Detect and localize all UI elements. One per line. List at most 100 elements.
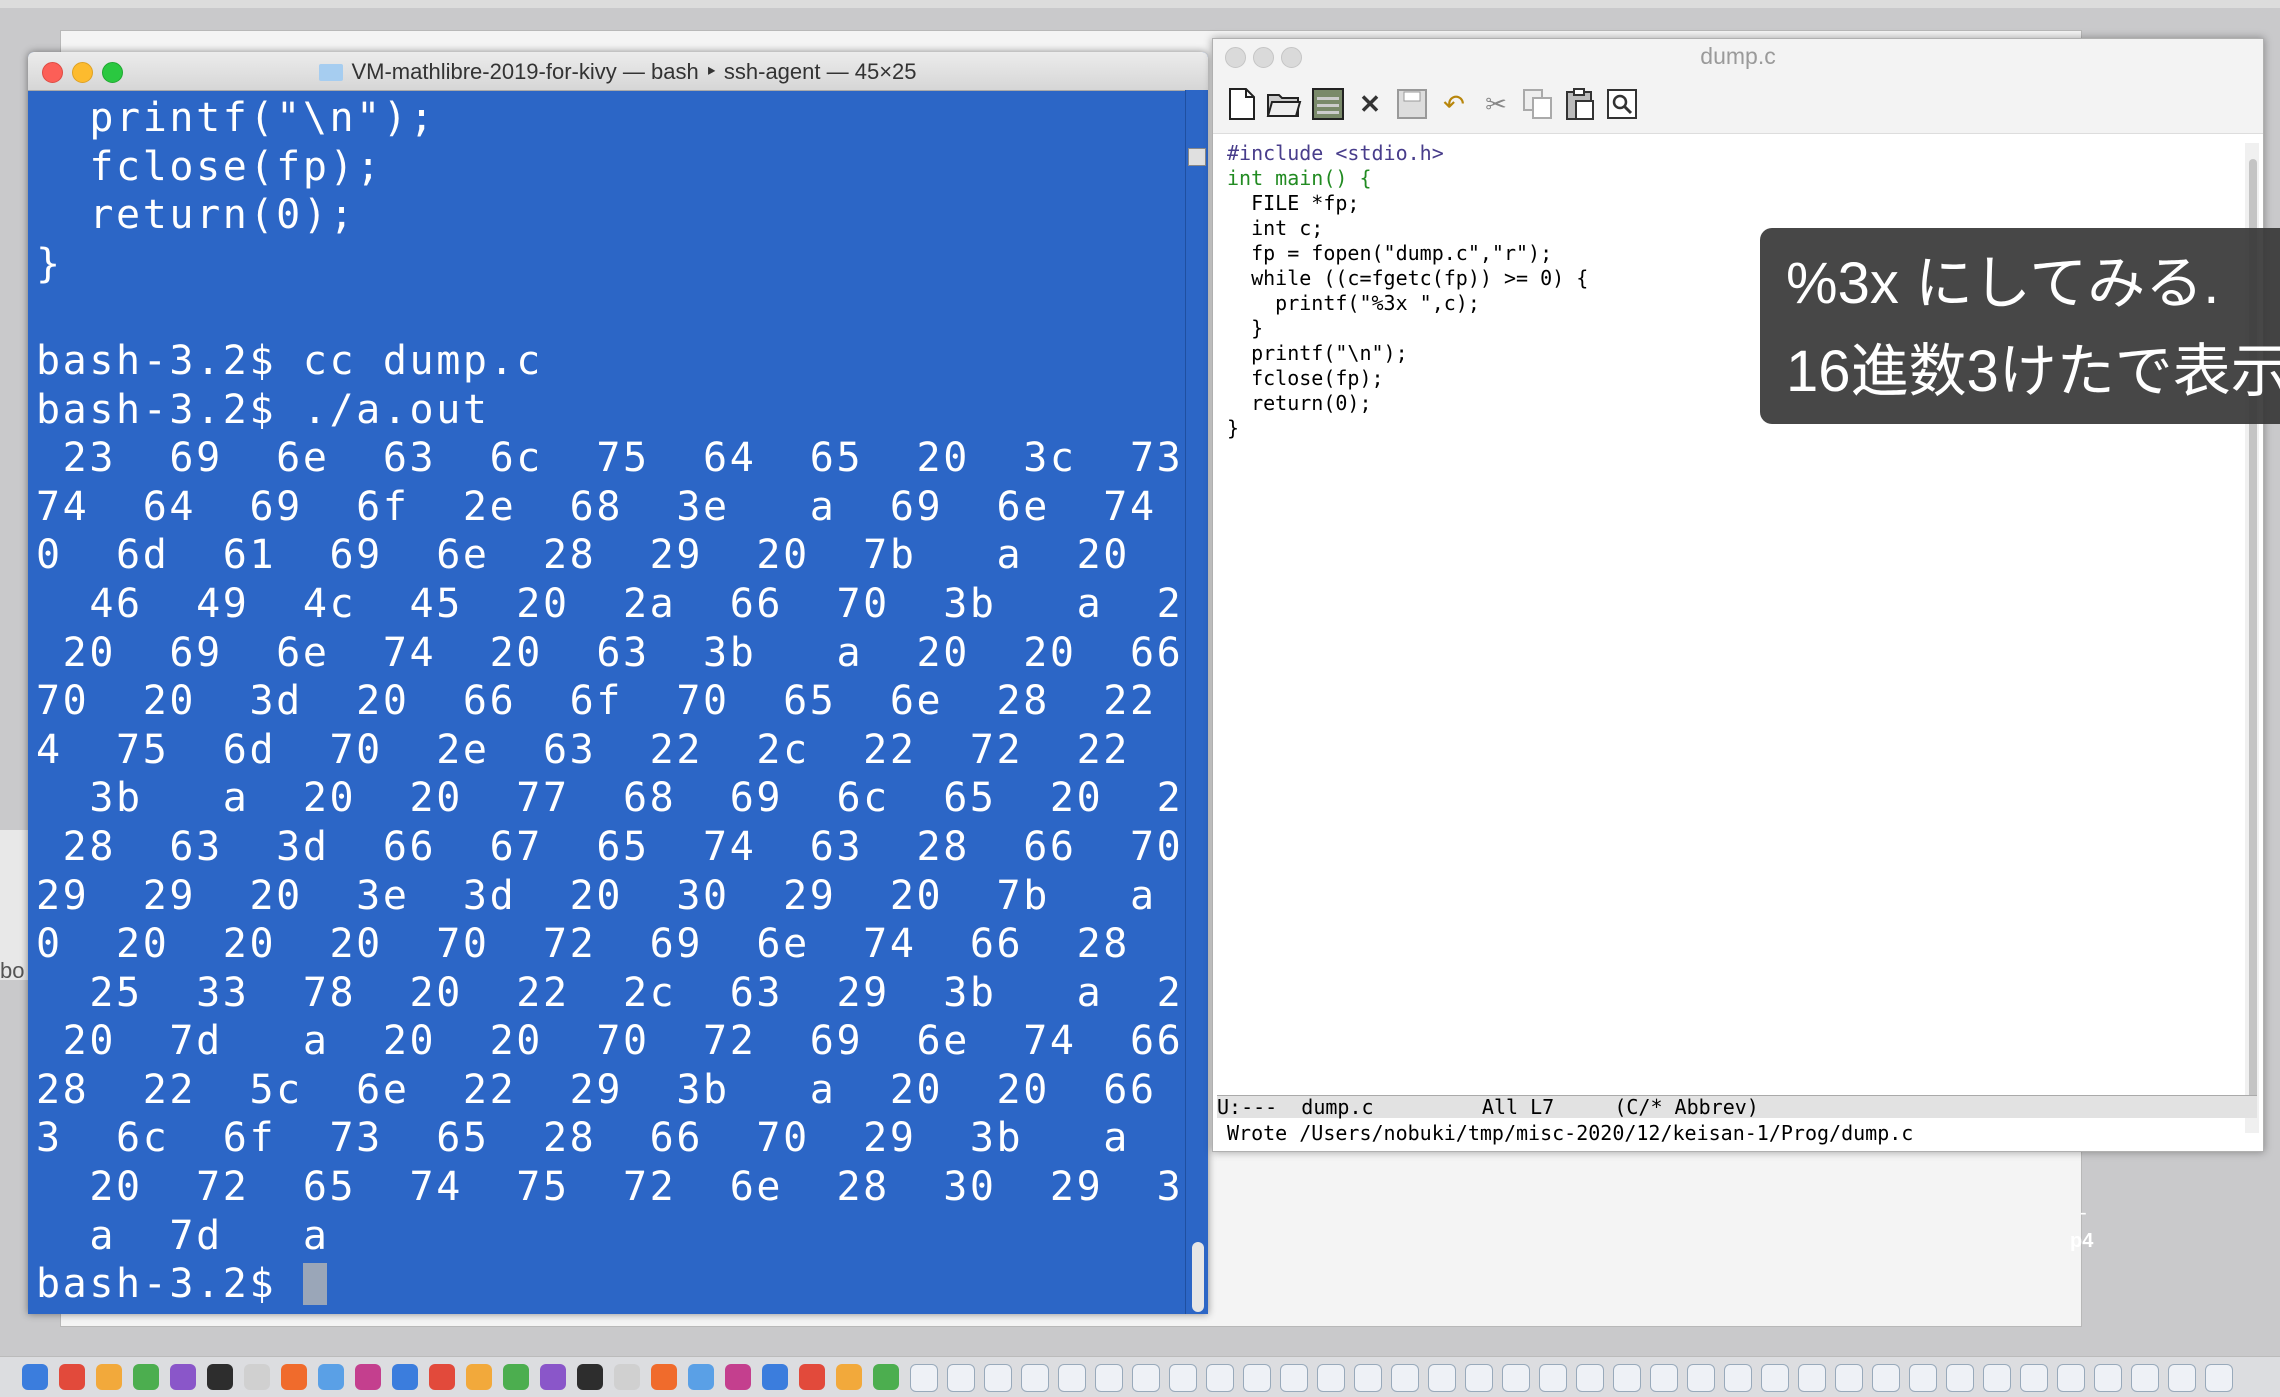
emacs-window[interactable]: dump.c ✕ ↶ ✂ #include <stdio.h> int main… [1212,38,2264,1152]
dock-app-icon[interactable] [207,1364,233,1390]
code-line: int main() { [1227,166,1588,191]
scrollbar-split-button[interactable] [1188,148,1206,166]
dock-app-icon[interactable] [762,1364,788,1390]
dock-app-icon[interactable] [1354,1364,1382,1392]
shell-prompt: bash-3.2$ [36,1261,303,1308]
dock-app-icon[interactable] [1983,1364,2011,1392]
dock-app-icon[interactable] [1613,1364,1641,1392]
dock-app-icon[interactable] [2131,1364,2159,1392]
copy-icon[interactable] [1519,85,1557,123]
code-text: printf("%3x ",c); [1227,291,1480,315]
dock-app-icon[interactable] [1058,1364,1086,1392]
dock-app-icon[interactable] [1095,1364,1123,1392]
terminal-line: 20 69 6e 74 20 63 3b a 20 20 66 [36,629,1184,676]
dock-app-icon[interactable] [244,1364,270,1390]
dock-app-icon[interactable] [651,1364,677,1390]
emacs-titlebar[interactable]: dump.c [1213,39,2263,75]
search-icon[interactable] [1603,85,1641,123]
dock-app-icon[interactable] [133,1364,159,1390]
dired-icon[interactable] [1309,85,1347,123]
paste-icon[interactable] [1561,85,1599,123]
dock-app-icon[interactable] [1761,1364,1789,1392]
dock-app-icon[interactable] [910,1364,938,1392]
dock-app-icon[interactable] [1872,1364,1900,1392]
terminal-line: return(0); [36,192,357,239]
terminal-scroll-thumb[interactable] [1192,1242,1204,1312]
terminal-line: 46 49 4c 45 20 2a 66 70 3b a 20 [36,580,1208,627]
terminal-output[interactable]: printf("\n"); fclose(fp); return(0);} bas… [36,94,1208,1309]
open-folder-icon[interactable] [1265,85,1303,123]
dock-app-icon[interactable] [1428,1364,1456,1392]
terminal-line: 25 33 78 20 22 2c 63 29 3b a 20 [36,969,1208,1016]
dock-app-icon[interactable] [836,1364,862,1390]
close-icon[interactable]: ✕ [1351,85,1389,123]
dock-app-icon[interactable] [1946,1364,1974,1392]
dock-app-icon[interactable] [1243,1364,1271,1392]
dock-app-icon[interactable] [873,1364,899,1390]
terminal-prompt-line[interactable]: bash-3.2$ [36,1260,1186,1309]
dock-app-icon[interactable] [2020,1364,2048,1392]
code-line: printf("%3x ",c); [1227,291,1588,316]
code-line: return(0); [1227,391,1588,416]
dock-app-icon[interactable] [1317,1364,1345,1392]
dock-app-icon[interactable] [947,1364,975,1392]
dock-app-icon[interactable] [2057,1364,2085,1392]
desktop-file-label: p4 [2070,1230,2094,1252]
dock-app-icon[interactable] [355,1364,381,1390]
new-file-icon[interactable] [1223,85,1261,123]
save-icon[interactable] [1393,85,1431,123]
dock-app-icon[interactable] [540,1364,566,1390]
code-line: fclose(fp); [1227,366,1588,391]
dock-app-icon[interactable] [392,1364,418,1390]
terminal-scrollbar[interactable] [1185,90,1208,1314]
dock-app-icon[interactable] [1502,1364,1530,1392]
dock-app-icon[interactable] [1576,1364,1604,1392]
dock-app-icon[interactable] [2094,1364,2122,1392]
dock-app-icon[interactable] [2168,1364,2196,1392]
emacs-echo-area: Wrote /Users/nobuki/tmp/misc-2020/12/kei… [1227,1121,1914,1145]
dock-app-icon[interactable] [429,1364,455,1390]
dock-app-icon[interactable] [1391,1364,1419,1392]
dock-app-icon[interactable] [1909,1364,1937,1392]
dock-app-icon[interactable] [1650,1364,1678,1392]
terminal-line: 28 22 5c 6e 22 29 3b a 20 20 66 6 [36,1066,1208,1113]
dock-app-icon[interactable] [614,1364,640,1390]
dock-app-icon[interactable] [984,1364,1012,1392]
dock-app-icon[interactable] [22,1364,48,1390]
subtitle-line-2: 16進数3けたで表示 [1786,339,2280,404]
dock-app-icon[interactable] [1687,1364,1715,1392]
dock-app-icon[interactable] [281,1364,307,1390]
terminal-titlebar[interactable]: VM-mathlibre-2019-for-kivy — bash ‣ ssh-… [28,52,1208,91]
code-text: int c; [1227,216,1324,240]
text-cursor [302,1263,327,1306]
terminal-line: 74 64 69 6f 2e 68 3e a 69 6e 74 2 [36,483,1208,530]
dock-app-icon[interactable] [1021,1364,1049,1392]
undo-icon[interactable]: ↶ [1435,85,1473,123]
dock-app-icon[interactable] [688,1364,714,1390]
dock-app-icon[interactable] [725,1364,751,1390]
dock-app-icon[interactable] [59,1364,85,1390]
dock-app-icon[interactable] [1169,1364,1197,1392]
dock-app-icon[interactable] [1798,1364,1826,1392]
dock-app-icon[interactable] [1206,1364,1234,1392]
emacs-buffer[interactable]: #include <stdio.h> int main() { FILE *fp… [1227,141,1588,441]
dock-app-icon[interactable] [577,1364,603,1390]
dock-app-icon[interactable] [1465,1364,1493,1392]
terminal-line: 3b a 20 20 77 68 69 6c 65 20 28 [36,775,1208,822]
dock-app-icon[interactable] [318,1364,344,1390]
cut-icon[interactable]: ✂ [1477,85,1515,123]
terminal-window[interactable]: VM-mathlibre-2019-for-kivy — bash ‣ ssh-… [28,52,1208,1314]
dock-app-icon[interactable] [799,1364,825,1390]
dock-app-icon[interactable] [1724,1364,1752,1392]
dock-app-icon[interactable] [2205,1364,2233,1392]
dock-app-icon[interactable] [466,1364,492,1390]
code-line: fp = fopen("dump.c","r"); [1227,241,1588,266]
dock-app-icon[interactable] [1835,1364,1863,1392]
dock-app-icon[interactable] [503,1364,529,1390]
dock-app-icon[interactable] [1280,1364,1308,1392]
dock-app-icon[interactable] [1132,1364,1160,1392]
terminal-line: 3 6c 6f 73 65 28 66 70 29 3b a 20 [36,1115,1208,1162]
dock-app-icon[interactable] [96,1364,122,1390]
dock-app-icon[interactable] [170,1364,196,1390]
dock-app-icon[interactable] [1539,1364,1567,1392]
